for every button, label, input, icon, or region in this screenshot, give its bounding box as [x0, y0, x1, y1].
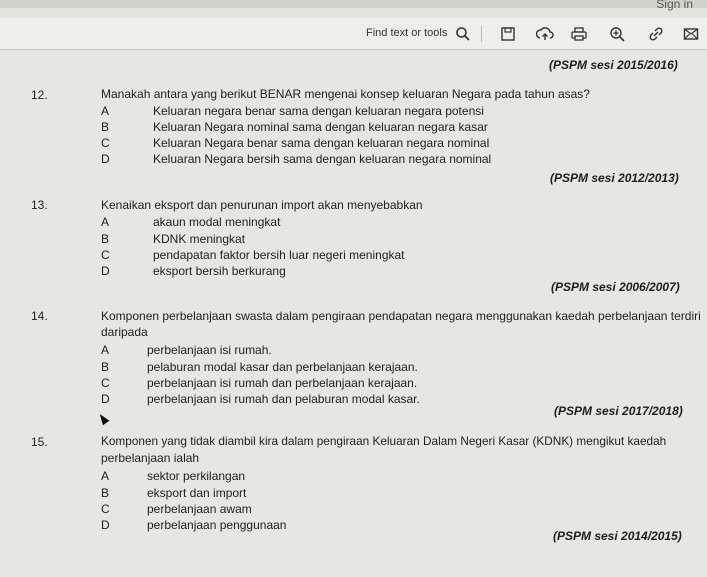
option-text: sektor perkilangan: [147, 469, 246, 483]
option-letter: A: [101, 104, 110, 118]
option-text: Keluaran negara benar sama dengan keluar…: [153, 104, 484, 118]
find-text-label[interactable]: Find text or tools: [366, 27, 447, 39]
option-text: eksport bersih berkurang: [153, 264, 286, 278]
search-icon[interactable]: [452, 23, 474, 45]
toolbar-divider: [481, 26, 482, 42]
question-stem: Kenaikan eksport dan penurunan import ak…: [101, 198, 423, 212]
option-text: perbelanjaan awam: [147, 502, 252, 516]
question-number: 12.: [31, 88, 48, 102]
option-text: KDNK meningkat: [153, 232, 246, 246]
option-letter: A: [101, 343, 110, 357]
question-stem-continued: daripada: [101, 325, 148, 339]
question-source: (PSPM sesi 2012/2013): [550, 171, 679, 185]
option-text: Keluaran Negara nominal sama dengan kelu…: [153, 120, 488, 134]
question-stem-continued: perbelanjaan ialah: [101, 451, 200, 465]
option-letter: B: [101, 360, 110, 374]
question-number: 13.: [31, 198, 48, 212]
pdf-toolbar: Find text or tools: [0, 18, 707, 50]
option-letter: C: [101, 376, 110, 390]
option-letter: A: [101, 469, 110, 483]
question-source: (PSPM sesi 2006/2007): [551, 280, 680, 294]
question-source: (PSPM sesi 2015/2016): [549, 58, 678, 72]
option-letter: B: [101, 232, 110, 246]
print-icon[interactable]: [568, 23, 590, 45]
option-letter: C: [101, 248, 110, 262]
upload-icon[interactable]: [534, 23, 556, 45]
option-letter: C: [101, 502, 110, 516]
browser-top-strip: [0, 0, 707, 8]
option-text: pelaburan modal kasar dan perbelanjaan k…: [147, 360, 418, 374]
option-letter: D: [101, 152, 110, 166]
option-text: pendapatan faktor bersih luar negeri men…: [153, 248, 405, 262]
option-letter: D: [101, 392, 110, 406]
option-text: perbelanjaan isi rumah.: [147, 343, 272, 357]
question-source: (PSPM sesi 2014/2015): [553, 529, 682, 543]
link-icon[interactable]: [645, 23, 667, 45]
option-text: akaun modal meningkat: [153, 215, 281, 229]
option-letter: B: [101, 486, 110, 500]
option-text: eksport dan import: [147, 486, 247, 500]
option-letter: B: [101, 120, 110, 134]
question-stem: Komponen yang tidak diambil kira dalam p…: [101, 434, 667, 448]
mail-icon[interactable]: [680, 23, 702, 45]
question-stem: Komponen perbelanjaan swasta dalam pengi…: [101, 309, 701, 323]
option-letter: C: [101, 136, 110, 150]
mouse-cursor-icon: [96, 411, 110, 426]
option-letter: D: [101, 518, 110, 532]
save-icon[interactable]: [497, 23, 519, 45]
zoom-icon[interactable]: [606, 23, 628, 45]
option-text: perbelanjaan isi rumah dan perbelanjaan …: [147, 376, 418, 390]
option-text: perbelanjaan isi rumah dan pelaburan mod…: [147, 392, 420, 406]
question-number: 15.: [31, 435, 48, 449]
question-source: (PSPM sesi 2017/2018): [554, 404, 683, 418]
option-text: Keluaran Negara benar sama dengan keluar…: [153, 136, 490, 150]
sign-in-link[interactable]: Sign in: [656, 0, 693, 11]
option-text: perbelanjaan penggunaan: [147, 518, 287, 532]
document-page: (PSPM sesi 2015/2016) 12. Manakah antara…: [0, 51, 707, 577]
question-stem: Manakah antara yang berikut BENAR mengen…: [101, 87, 590, 101]
option-letter: A: [101, 215, 110, 229]
question-number: 14.: [31, 309, 48, 323]
option-text: Keluaran Negara bersih sama dengan kelua…: [153, 152, 492, 166]
option-letter: D: [101, 264, 110, 278]
